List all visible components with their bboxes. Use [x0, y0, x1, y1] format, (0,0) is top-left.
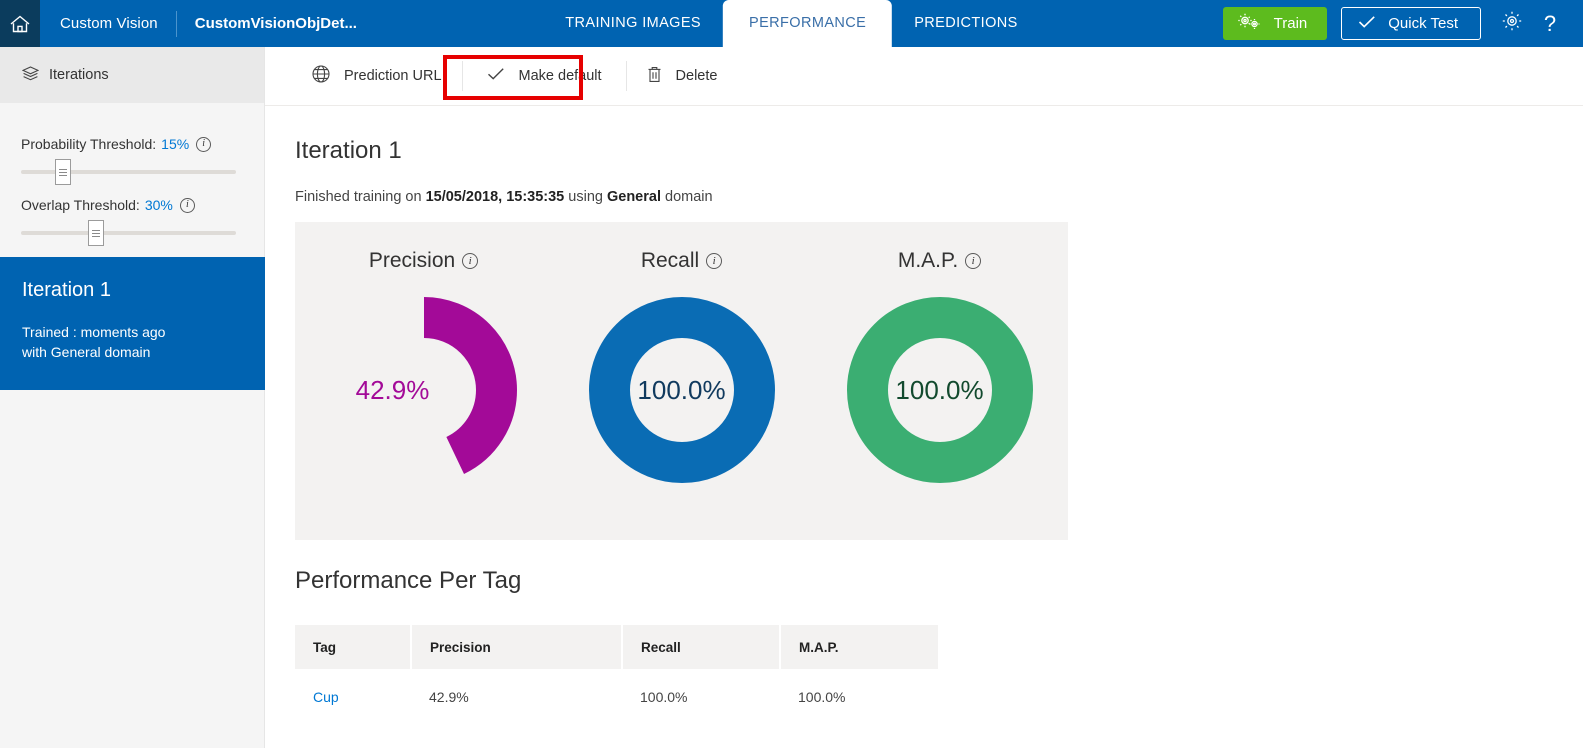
sidebar-header: Iterations: [0, 47, 264, 103]
brand-label[interactable]: Custom Vision: [60, 15, 158, 32]
brand-divider: [176, 11, 177, 37]
map-value: 100.0%: [847, 297, 1033, 483]
summary-domain: General: [607, 189, 661, 205]
column-header-map[interactable]: M.A.P.: [780, 625, 938, 669]
probability-threshold-label: Probability Threshold: 15% i: [21, 136, 236, 152]
info-icon[interactable]: i: [462, 253, 478, 269]
info-icon[interactable]: i: [196, 137, 211, 152]
trash-icon: [647, 66, 662, 87]
overlap-threshold-control: Overlap Threshold: 30% i: [0, 197, 264, 246]
slider-track: [21, 170, 236, 174]
tab-predictions[interactable]: PREDICTIONS: [892, 0, 1040, 47]
info-icon[interactable]: i: [180, 198, 195, 213]
prediction-url-button[interactable]: Prediction URL: [292, 54, 462, 99]
map-donut-chart: 100.0%: [847, 297, 1033, 483]
recall-donut-chart: 100.0%: [589, 297, 775, 483]
iteration-card-trained-line: Trained : moments ago: [22, 322, 243, 342]
tab-training-images[interactable]: TRAINING IMAGES: [543, 0, 723, 47]
summary-prefix: Finished training on: [295, 189, 426, 205]
column-header-recall[interactable]: Recall: [622, 625, 780, 669]
overlap-threshold-slider[interactable]: [21, 220, 236, 246]
delete-label: Delete: [676, 68, 718, 84]
precision-value: 42.9%: [331, 297, 517, 483]
probability-threshold-control: Probability Threshold: 15% i: [0, 136, 264, 185]
train-button[interactable]: Train: [1223, 7, 1328, 40]
table-row: Cup 42.9% 100.0% 100.0%: [295, 669, 938, 719]
iteration-card-meta: Trained : moments ago with General domai…: [22, 322, 243, 362]
checkmark-icon: [1358, 15, 1376, 33]
main-content: Iteration 1 Finished training on 15/05/2…: [265, 106, 1583, 748]
home-icon: [9, 14, 31, 34]
metric-recall-title: Recall: [641, 249, 699, 273]
layers-icon: [22, 66, 39, 85]
train-button-label: Train: [1274, 15, 1308, 32]
precision-donut-chart: 42.9%: [331, 297, 517, 483]
probability-threshold-value: 15%: [161, 136, 189, 152]
column-header-precision[interactable]: Precision: [411, 625, 622, 669]
cell-map: 100.0%: [780, 669, 938, 719]
column-header-tag[interactable]: Tag: [295, 625, 411, 669]
performance-per-tag-table: Tag Precision Recall M.A.P. Cup 42.9% 10…: [295, 625, 938, 719]
probability-threshold-slider[interactable]: [21, 159, 236, 185]
top-navigation-bar: Custom Vision CustomVisionObjDet... TRAI…: [0, 0, 1583, 47]
delete-button[interactable]: Delete: [627, 54, 738, 99]
info-icon[interactable]: i: [965, 253, 981, 269]
slider-thumb[interactable]: [88, 220, 104, 246]
help-button[interactable]: ?: [1531, 0, 1569, 47]
topbar-actions: Train Quick Test ?: [1223, 0, 1583, 47]
info-icon[interactable]: i: [706, 253, 722, 269]
make-default-button[interactable]: Make default: [463, 54, 626, 99]
training-summary: Finished training on 15/05/2018, 15:35:3…: [295, 189, 1583, 205]
overlap-threshold-text: Overlap Threshold:: [21, 197, 140, 213]
sidebar-header-label: Iterations: [49, 67, 109, 83]
metrics-summary-panel: Precision i 42.9% Recall i: [295, 222, 1068, 540]
summary-suffix: domain: [661, 189, 713, 205]
quick-test-button[interactable]: Quick Test: [1341, 7, 1481, 40]
iteration-card-title: Iteration 1: [22, 279, 243, 302]
page-title: Iteration 1: [295, 137, 1583, 165]
metric-recall: Recall i 100.0%: [553, 222, 810, 540]
gears-icon: [1237, 13, 1262, 35]
help-icon: ?: [1544, 13, 1556, 35]
project-name-label[interactable]: CustomVisionObjDet...: [195, 15, 357, 32]
metric-map-header: M.A.P. i: [898, 249, 981, 273]
settings-button[interactable]: [1493, 0, 1531, 47]
command-toolbar: Prediction URL Make default Delete: [265, 47, 1583, 106]
gear-icon: [1501, 10, 1523, 37]
cell-tag-name[interactable]: Cup: [295, 669, 411, 719]
metric-map: M.A.P. i 100.0%: [811, 222, 1068, 540]
prediction-url-label: Prediction URL: [344, 68, 442, 84]
sidebar-item-iteration-1[interactable]: Iteration 1 Trained : moments ago with G…: [0, 257, 265, 390]
metric-precision-title: Precision: [369, 249, 455, 273]
cell-recall: 100.0%: [622, 669, 780, 719]
summary-middle: using: [564, 189, 607, 205]
make-default-label: Make default: [519, 68, 602, 84]
home-button[interactable]: [0, 0, 40, 47]
left-sidebar: Iterations Probability Threshold: 15% i …: [0, 47, 265, 748]
metric-map-title: M.A.P.: [898, 249, 958, 273]
checkmark-icon: [487, 67, 505, 85]
tab-performance[interactable]: PERFORMANCE: [723, 0, 892, 47]
cell-precision: 42.9%: [411, 669, 622, 719]
slider-track: [21, 231, 236, 235]
probability-threshold-text: Probability Threshold:: [21, 136, 156, 152]
overlap-threshold-value: 30%: [145, 197, 173, 213]
metric-precision-header: Precision i: [369, 249, 478, 273]
quick-test-button-label: Quick Test: [1388, 15, 1458, 32]
recall-value: 100.0%: [589, 297, 775, 483]
metric-recall-header: Recall i: [641, 249, 722, 273]
overlap-threshold-label: Overlap Threshold: 30% i: [21, 197, 236, 213]
slider-thumb[interactable]: [55, 159, 71, 185]
section-title-performance-per-tag: Performance Per Tag: [295, 567, 521, 595]
table-header-row: Tag Precision Recall M.A.P.: [295, 625, 938, 669]
metric-precision: Precision i 42.9%: [295, 222, 552, 540]
globe-icon: [312, 65, 330, 87]
main-tabs: TRAINING IMAGES PERFORMANCE PREDICTIONS: [543, 0, 1039, 47]
iteration-card-domain-line: with General domain: [22, 342, 243, 362]
summary-datetime: 15/05/2018, 15:35:35: [426, 189, 565, 205]
